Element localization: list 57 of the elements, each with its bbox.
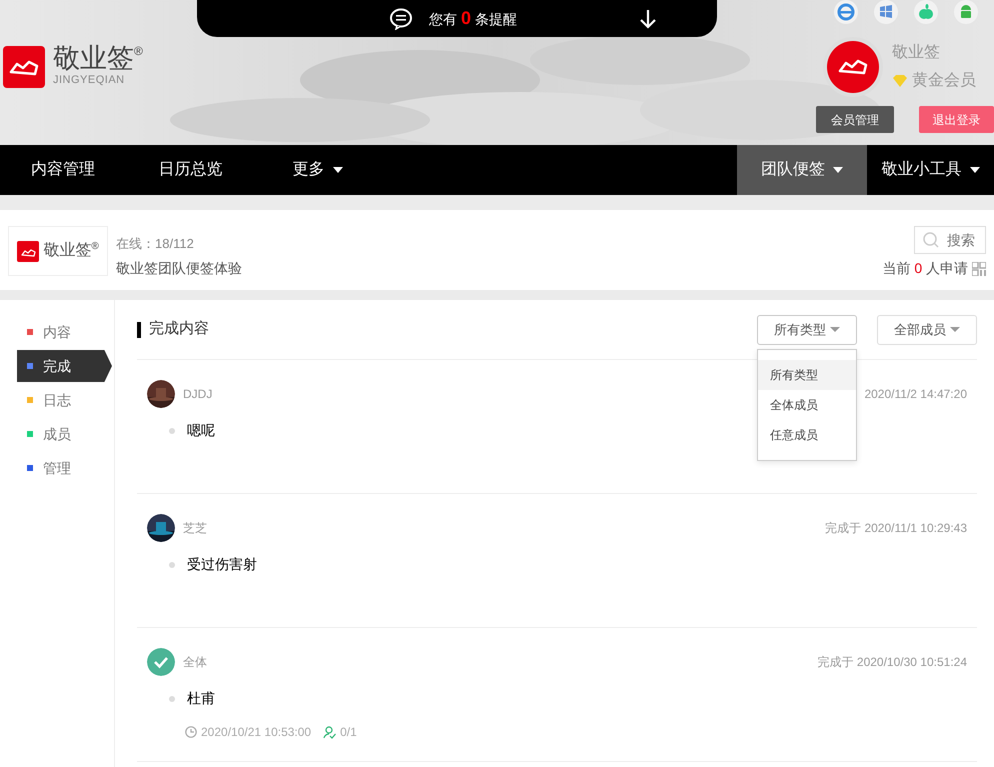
sidebar-item[interactable]: 完成: [17, 350, 112, 382]
dropdown-option[interactable]: 任意成员: [758, 420, 856, 450]
sidebar-item[interactable]: 成员: [17, 418, 112, 450]
author-name: 全体: [183, 654, 207, 671]
logo-icon: [17, 240, 40, 262]
logo-icon: [3, 46, 45, 88]
author-name: DJDJ: [183, 386, 212, 403]
section-title: 完成内容: [149, 319, 209, 340]
search-field[interactable]: 搜索: [914, 226, 986, 254]
dropdown-option[interactable]: 所有类型: [758, 360, 856, 390]
qr-code-icon[interactable]: [972, 262, 986, 276]
completed-time: 完成于 2020/11/1 10:29:43: [825, 520, 967, 537]
browser-icon[interactable]: [834, 0, 858, 24]
author-name: 芝芝: [183, 520, 207, 537]
team-name: 敬业签团队便签体验: [116, 258, 242, 278]
online-count: 在线：18/112: [116, 235, 195, 253]
nav-item[interactable]: 团队便签: [737, 145, 867, 195]
note-text: 杜甫: [187, 689, 215, 708]
android-icon[interactable]: [954, 0, 978, 24]
nav-item[interactable]: 更多: [255, 145, 380, 195]
notice-text: 您有 0 条提醒: [429, 7, 518, 30]
note-text: 受过伤害射: [187, 555, 257, 574]
bullet-icon: [169, 428, 175, 434]
clock-icon: [185, 726, 197, 738]
filter-dropdown[interactable]: 全部成员: [877, 314, 977, 344]
logo-text: 敬业签®: [43, 240, 99, 261]
title-bar: [137, 322, 141, 338]
bullet-icon: [169, 696, 175, 702]
nav-item[interactable]: 日历总览: [126, 145, 255, 195]
apple-icon[interactable]: [914, 0, 938, 24]
sidebar-item[interactable]: 日志: [17, 384, 112, 416]
check-icon: [147, 648, 175, 676]
applicant-count: 当前 0 人申请: [882, 259, 968, 278]
nav-item[interactable]: 敬业小工具: [867, 145, 994, 195]
nav-item[interactable]: 内容管理: [0, 145, 126, 195]
caret-icon: [830, 327, 840, 332]
dropdown-option[interactable]: 全体成员: [758, 390, 856, 420]
logo-text: 敬业签®: [53, 45, 143, 72]
member-level: 黄金会员: [912, 70, 976, 91]
header-button[interactable]: 会员管理: [816, 106, 894, 133]
user-name: 敬业签: [892, 42, 941, 63]
diamond-icon: [892, 74, 908, 88]
arrow-down-icon[interactable]: [639, 8, 658, 28]
reminder-time: 2020/10/21 10:53:00: [201, 724, 312, 741]
completed-time: 2020/11/2 14:47:20: [864, 386, 967, 403]
filter-dropdown[interactable]: 所有类型: [757, 314, 857, 344]
progress-count: 0/1: [340, 724, 357, 741]
search-icon: [923, 232, 939, 248]
caret-icon: [950, 327, 960, 332]
chat-icon[interactable]: [389, 8, 413, 30]
bullet-icon: [169, 562, 175, 568]
person-check-icon: [323, 726, 336, 738]
sidebar-item[interactable]: 内容: [17, 316, 112, 348]
completed-time: 完成于 2020/10/30 10:51:24: [818, 654, 967, 671]
sidebar-item[interactable]: 管理: [17, 452, 112, 484]
logo-subtitle: JINGYEQIAN: [53, 73, 126, 88]
note-text: 嗯呢: [187, 421, 215, 440]
